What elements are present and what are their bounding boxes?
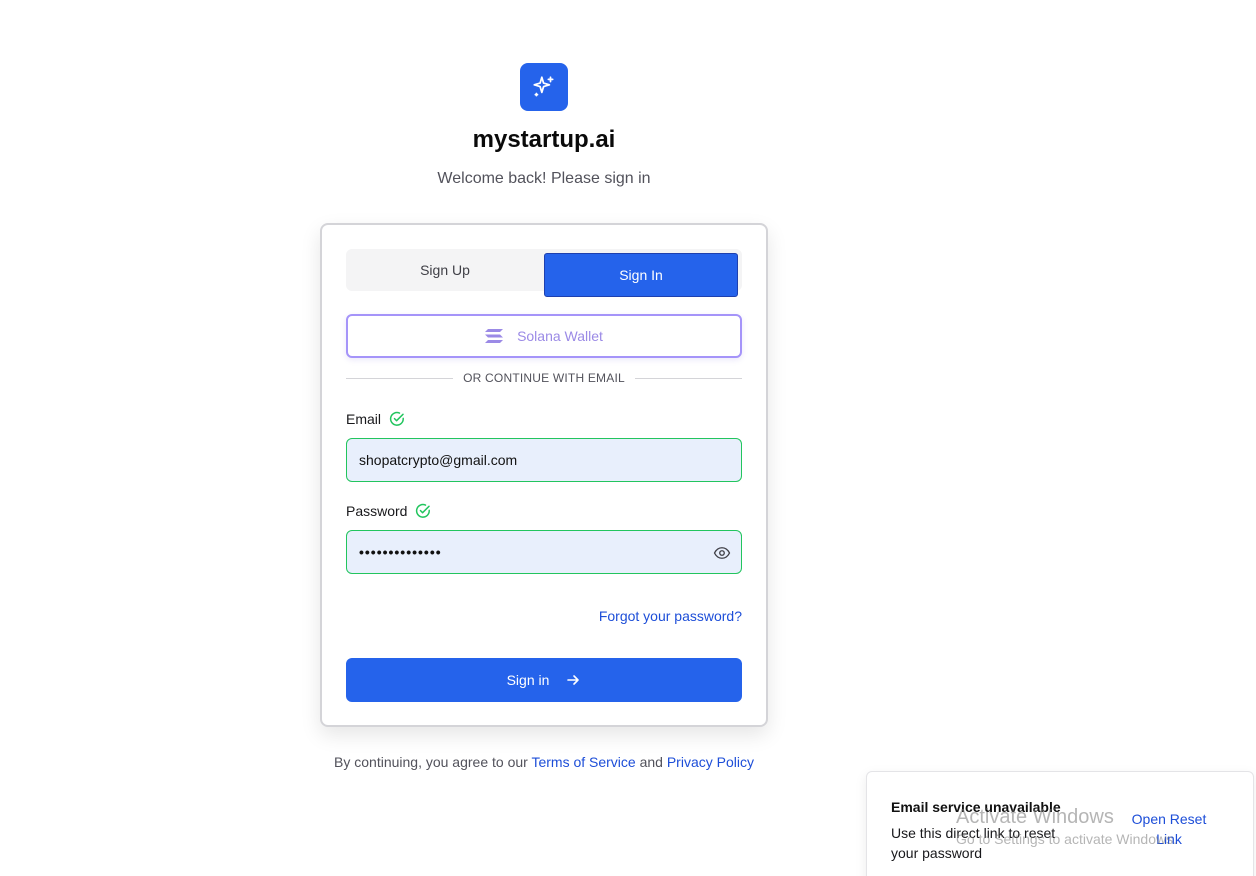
privacy-policy-link[interactable]: Privacy Policy: [667, 754, 754, 770]
tab-sign-up[interactable]: Sign Up: [346, 249, 544, 291]
forgot-password-link[interactable]: Forgot your password?: [599, 608, 742, 624]
terms-middle: and: [635, 754, 667, 770]
email-divider: OR CONTINUE WITH EMAIL: [346, 370, 742, 386]
app-logo: [520, 63, 568, 111]
terms-of-service-link[interactable]: Terms of Service: [531, 754, 635, 770]
password-label-row: Password: [346, 503, 431, 519]
solana-wallet-button[interactable]: Solana Wallet: [346, 314, 742, 358]
tab-sign-in[interactable]: Sign In: [544, 253, 738, 297]
divider-line-left: [346, 377, 454, 379]
page-subtitle: Welcome back! Please sign in: [437, 170, 651, 187]
divider-line-right: [634, 377, 742, 379]
email-label-row: Email: [346, 411, 405, 427]
divider-text: OR CONTINUE WITH EMAIL: [463, 371, 625, 385]
open-reset-link-button[interactable]: Open Reset Link: [1123, 809, 1215, 849]
auth-card: Sign Up Sign In Solana Wallet OR CONTINU…: [320, 223, 768, 727]
sign-in-button[interactable]: Sign in: [346, 658, 742, 702]
check-circle-icon: [389, 411, 404, 426]
check-circle-icon: [416, 503, 431, 518]
password-label: Password: [346, 503, 408, 519]
toast-title: Email service unavailable: [891, 799, 1061, 815]
solana-icon: [485, 329, 504, 343]
email-field[interactable]: shopatcrypto@gmail.com: [346, 438, 742, 482]
sign-in-label: Sign in: [506, 672, 550, 688]
email-value: shopatcrypto@gmail.com: [359, 452, 518, 468]
sparkles-icon: [533, 76, 554, 97]
password-value: ••••••••••••••: [359, 544, 442, 560]
password-field[interactable]: ••••••••••••••: [346, 530, 742, 574]
eye-icon[interactable]: [713, 544, 731, 562]
auth-tabs: Sign Up Sign In: [346, 249, 742, 297]
toast-message: Use this direct link to reset your passw…: [891, 825, 1056, 861]
email-label: Email: [346, 411, 382, 427]
arrow-right-icon: [567, 675, 580, 685]
brand-name: mystartup.ai: [472, 126, 616, 153]
terms-prefix: By continuing, you agree to our: [334, 754, 532, 770]
error-toast: Email service unavailable Use this direc…: [866, 771, 1254, 876]
solana-wallet-label: Solana Wallet: [517, 328, 603, 344]
terms-notice: By continuing, you agree to our Terms of…: [320, 752, 768, 772]
